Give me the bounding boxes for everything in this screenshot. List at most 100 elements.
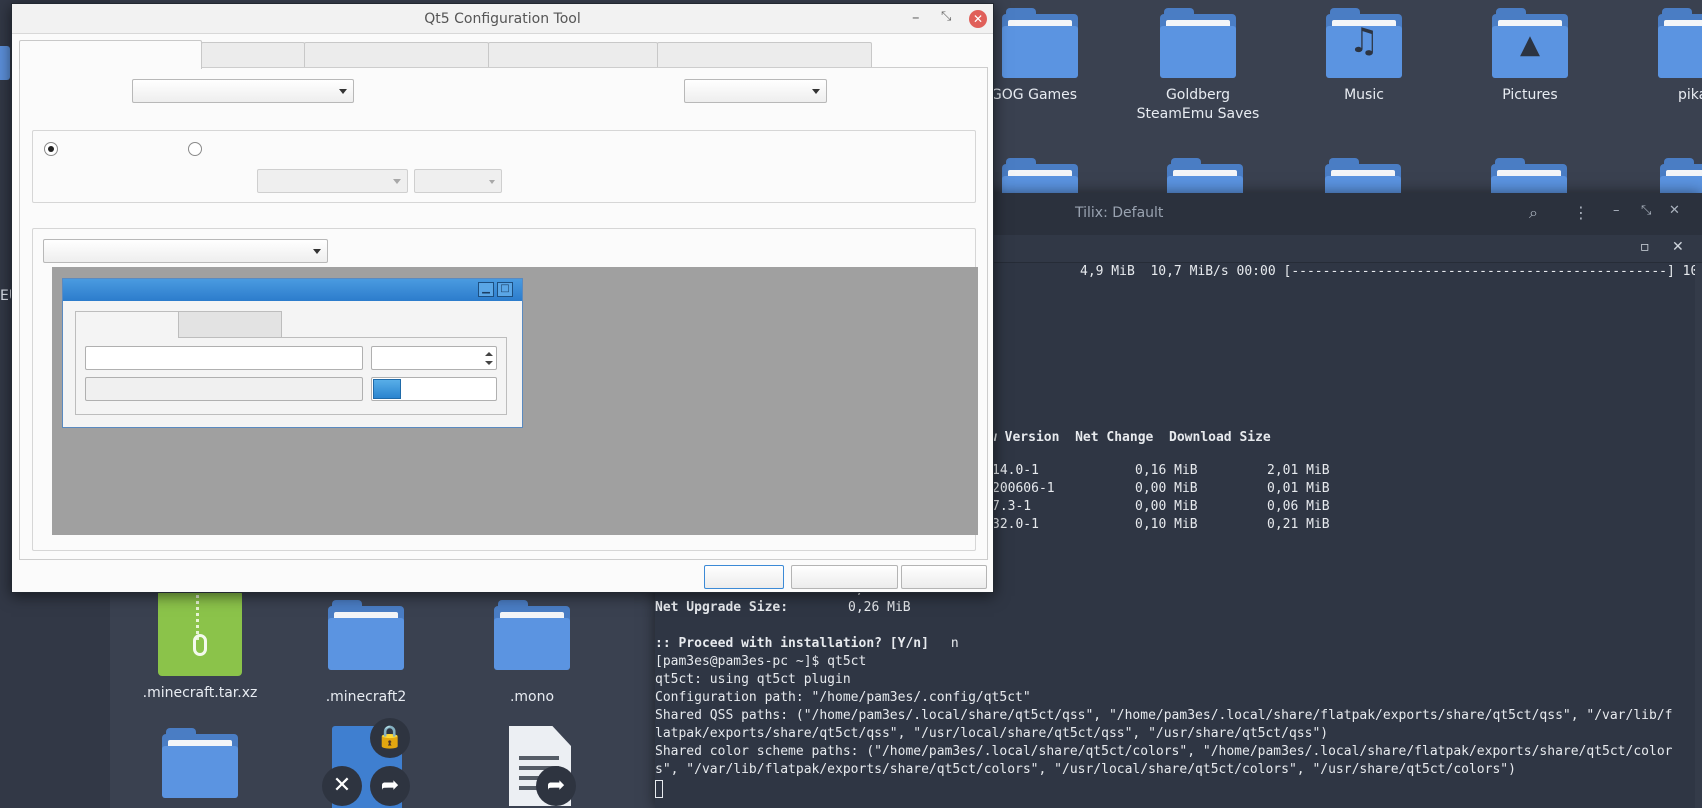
spin-down-icon [485, 361, 493, 365]
x-icon: ✕ [322, 766, 362, 806]
tab-interface[interactable] [488, 42, 658, 67]
tab-appearance[interactable] [19, 40, 202, 69]
desktop-item-music[interactable]: ♫ Music [1314, 8, 1414, 105]
qt5ct-window[interactable]: Qt5 Configuration Tool – ⤡ ✕ ▁ □ [11, 3, 994, 593]
preview-window: ▁ □ [62, 278, 523, 428]
table-cell-net-change: 0,00 MiB [1135, 481, 1198, 496]
output-line: Shared color scheme paths: ("/home/pam3e… [655, 744, 1673, 759]
item-label: GOG Games [990, 87, 1078, 103]
restore-icon[interactable]: ⤡ [1641, 203, 1651, 218]
desktop-folder-partial[interactable] [160, 728, 240, 798]
palette-group [32, 130, 976, 203]
menu-icon[interactable]: ⋮ [1573, 203, 1589, 222]
folder-icon [494, 600, 570, 670]
terminal-title: Tilix: Default [1075, 205, 1164, 221]
item-label: .mono [509, 689, 555, 705]
preview-mdi-area: ▁ □ [52, 267, 978, 535]
table-cell-download: 0,01 MiB [1267, 481, 1330, 496]
table-cell-version: 7.3-1 [992, 499, 1032, 514]
sidebar-selection-indicator [0, 46, 10, 80]
tab-icon-theme[interactable] [304, 42, 489, 67]
cancel-button[interactable] [791, 565, 898, 589]
folder-icon [1658, 8, 1702, 78]
chevron-down-icon [393, 179, 401, 184]
preview-spinbox [371, 346, 497, 370]
tab-style-sheets[interactable] [657, 42, 872, 67]
table-cell-download: 0,06 MiB [1267, 499, 1330, 514]
desktop-item-pictures[interactable]: ▲ Pictures [1480, 8, 1580, 105]
item-label: Music [1344, 87, 1384, 103]
preview-tab-1 [75, 311, 179, 338]
apply-button[interactable] [901, 565, 987, 589]
preview-progressbar [371, 377, 497, 401]
lock-icon: 🔒 [370, 718, 410, 758]
item-label: Pictures [1502, 87, 1558, 103]
standard-dialogs-combobox[interactable] [684, 79, 827, 103]
qt5ct-titlebar[interactable]: Qt5 Configuration Tool – ⤡ ✕ [12, 4, 993, 34]
search-icon[interactable]: ⌕ [1529, 203, 1538, 223]
table-cell-net-change: 0,10 MiB [1135, 517, 1198, 532]
item-label: .minecraft.tar.xz [142, 685, 258, 701]
desktop-item-text-link[interactable]: ➦ [500, 726, 580, 808]
preview-window-titlebar: ▁ □ [63, 279, 522, 301]
desktop-item-minecraft2[interactable]: .minecraft2 [316, 600, 416, 707]
folder-icon [1160, 8, 1236, 78]
spin-up-icon [485, 352, 493, 356]
folder-icon [1002, 8, 1078, 78]
chevron-down-icon [339, 89, 347, 94]
maximize-icon[interactable]: ⤡ [941, 9, 951, 24]
window-title: Qt5 Configuration Tool [424, 11, 581, 27]
desktop-item-locked-link[interactable]: 🔒 ✕ ➦ [322, 718, 422, 808]
close-icon[interactable]: ✕ [1669, 203, 1680, 218]
maximize-icon: □ [497, 282, 513, 297]
minimize-icon[interactable]: – [1613, 203, 1620, 218]
archive-icon [158, 590, 242, 676]
desktop-item-mono[interactable]: .mono [482, 600, 582, 707]
color-scheme-combobox[interactable] [257, 169, 408, 193]
preview-tab-2 [178, 311, 282, 337]
chevron-down-icon [489, 180, 495, 184]
close-icon[interactable]: ✕ [969, 10, 987, 28]
output-line: s", "/var/lib/flatpak/exports/share/qt5c… [655, 762, 1516, 777]
table-cell-version: 200606-1 [992, 481, 1055, 496]
item-label: pika [1678, 87, 1702, 103]
download-progress-line: 4,9 MiB 10,7 MiB/s 00:00 [--------------… [1080, 264, 1702, 279]
default-palette-radio[interactable] [44, 142, 58, 156]
chevron-down-icon [313, 249, 321, 254]
table-cell-net-change: 0,00 MiB [1135, 499, 1198, 514]
package-table-header: w Version Net Change Download Size [989, 430, 1271, 445]
palette-edit-combobox[interactable] [414, 169, 502, 193]
custom-palette-radio[interactable] [188, 142, 202, 156]
maximize-session-icon[interactable]: ▫ [1640, 239, 1650, 255]
preview-tab-pane [75, 337, 507, 415]
terminal-scrollbar[interactable] [1695, 263, 1702, 808]
output-line: Configuration path: "/home/pam3es/.confi… [655, 690, 1031, 705]
minimize-icon[interactable]: – [912, 8, 920, 26]
chevron-down-icon [812, 89, 820, 94]
output-line: qt5ct: using qt5ct plugin [655, 672, 851, 687]
tab-fonts[interactable] [201, 42, 305, 67]
table-cell-download: 2,01 MiB [1267, 463, 1330, 478]
table-cell-version: 14.0-1 [992, 463, 1039, 478]
desktop-item-minecraft-archive[interactable]: .minecraft.tar.xz [140, 590, 260, 703]
style-combobox[interactable] [132, 79, 354, 103]
table-cell-download: 0,21 MiB [1267, 517, 1330, 532]
proceed-answer: n [943, 636, 959, 651]
music-folder-icon: ♫ [1326, 8, 1402, 78]
desktop-item-goldberg-saves[interactable]: Goldberg SteamEmu Saves [1130, 8, 1266, 124]
desktop-item-pika[interactable]: pika [1646, 8, 1702, 105]
table-cell-version: 32.0-1 [992, 517, 1039, 532]
shell-prompt-line: [pam3es@pam3es-pc ~]$ qt5ct [655, 654, 867, 669]
net-upgrade-value: 0,26 MiB [848, 600, 911, 615]
preview-palette-combobox[interactable] [43, 239, 328, 263]
preview-button [85, 377, 363, 401]
folder-icon [162, 728, 238, 798]
desktop-item-gog-games[interactable]: GOG Games [990, 8, 1090, 105]
progress-fill [373, 379, 401, 399]
table-cell-net-change: 0,16 MiB [1135, 463, 1198, 478]
output-line: latpak/exports/share/qt5ct/qss", "/usr/l… [655, 726, 1329, 741]
close-session-icon[interactable]: ✕ [1672, 239, 1684, 255]
output-line: Shared QSS paths: ("/home/pam3es/.local/… [655, 708, 1673, 723]
ok-button[interactable] [704, 565, 784, 589]
pictures-folder-icon: ▲ [1492, 8, 1568, 78]
